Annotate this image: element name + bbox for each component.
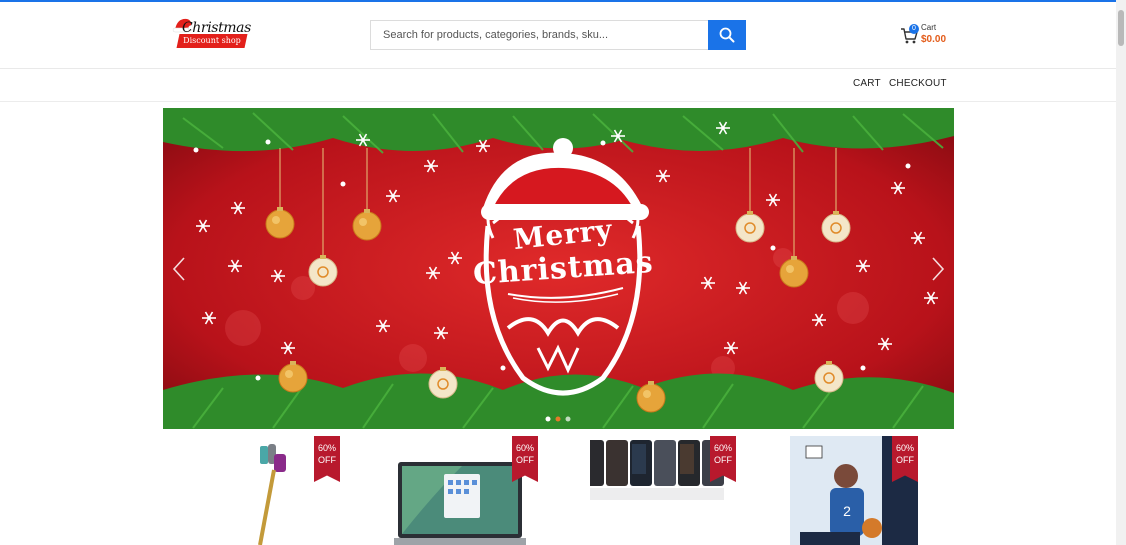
discount-badge: 60% OFF bbox=[710, 436, 736, 482]
banner-next-button[interactable] bbox=[930, 256, 946, 282]
discount-off: OFF bbox=[516, 455, 534, 465]
search-icon bbox=[719, 27, 735, 43]
nav-link-cart[interactable]: CART bbox=[853, 78, 881, 89]
header-cart[interactable]: 0 Cart $0.00 bbox=[900, 22, 950, 52]
chevron-right-icon bbox=[932, 257, 945, 281]
cart-count-badge: 0 bbox=[909, 24, 919, 34]
search-input[interactable] bbox=[370, 20, 708, 50]
banner-greeting: Merry Christmas bbox=[472, 213, 655, 292]
product-card[interactable]: 60% OFF bbox=[590, 436, 736, 545]
search-bar bbox=[370, 20, 746, 50]
product-card[interactable]: 60% OFF bbox=[194, 436, 340, 545]
discount-off: OFF bbox=[318, 455, 336, 465]
banner-prev-button[interactable] bbox=[171, 256, 187, 282]
discount-percent: 60% bbox=[895, 443, 914, 453]
logo-subtitle: Discount shop bbox=[183, 36, 241, 45]
product-card[interactable]: 2 60% OFF bbox=[772, 436, 918, 545]
discount-badge: 60% OFF bbox=[512, 436, 538, 482]
main-nav: CART CHECKOUT bbox=[0, 69, 1116, 102]
discount-off: OFF bbox=[896, 455, 914, 465]
discount-percent: 60% bbox=[713, 443, 732, 453]
cart-label: Cart bbox=[921, 23, 937, 32]
site-logo[interactable]: Christmas Discount shop bbox=[172, 16, 251, 52]
site-header: Christmas Discount shop 0 Cart $0.00 bbox=[0, 2, 1116, 69]
scrollbar-thumb[interactable] bbox=[1118, 10, 1124, 46]
svg-text:2: 2 bbox=[843, 503, 851, 519]
discount-badge: 60% OFF bbox=[314, 436, 340, 482]
discount-off: OFF bbox=[714, 455, 732, 465]
nav-link-checkout[interactable]: CHECKOUT bbox=[889, 78, 947, 89]
hero-banner: Merry Christmas bbox=[163, 108, 954, 429]
discount-percent: 60% bbox=[515, 443, 534, 453]
discount-percent: 60% bbox=[317, 443, 336, 453]
search-button[interactable] bbox=[708, 20, 746, 50]
page-scrollbar[interactable] bbox=[1116, 0, 1126, 545]
logo-subtitle-banner: Discount shop bbox=[176, 34, 248, 48]
product-card[interactable]: 60% OFF bbox=[392, 436, 538, 545]
discount-badge: 60% OFF bbox=[892, 436, 918, 482]
chevron-left-icon bbox=[172, 257, 185, 281]
cart-total: $0.00 bbox=[921, 34, 947, 45]
